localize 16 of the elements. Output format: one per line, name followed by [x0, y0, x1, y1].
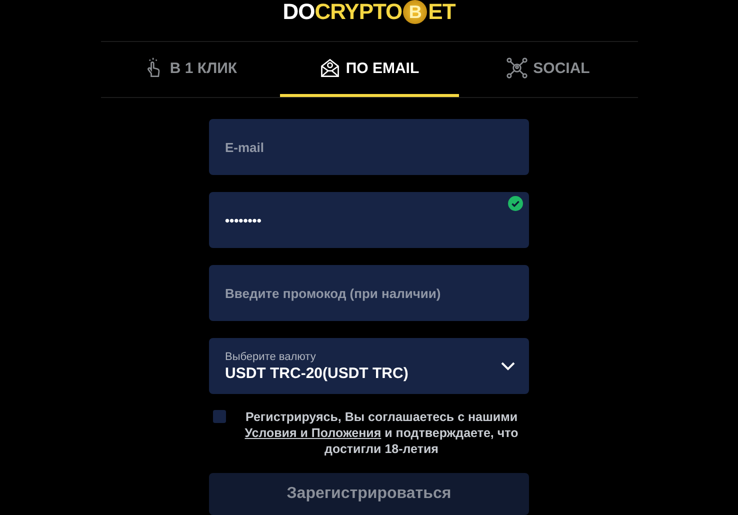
logo: DOCRYPTO B ET — [282, 0, 456, 24]
input-field[interactable]: Введите промокод (при наличии) — [209, 265, 529, 321]
currency-dropdown[interactable]: Выберите валюту USDT TRC-20(USDT TRC) — [209, 338, 529, 394]
tab[interactable]: В 1 КЛИК — [100, 42, 280, 97]
agreement-text: Регистрируясь, Вы соглашаетесь с нашими Условия и Положения и подтверждаете, что достигли 18-летия — [244, 409, 520, 457]
dropdown-label: Выберите валюту — [225, 350, 317, 362]
tab[interactable]: ПО EMAIL — [280, 42, 458, 97]
envelope-icon — [318, 57, 341, 79]
password-field[interactable]: •••••••• — [209, 192, 529, 248]
chevron-down-icon — [501, 362, 515, 371]
tab[interactable]: SOCIAL — [458, 42, 638, 97]
checkbox[interactable] — [213, 410, 226, 423]
input-field[interactable]: E-mail — [209, 119, 529, 175]
terms-link[interactable]: Условия и Положения — [244, 426, 382, 440]
network-icon — [506, 57, 528, 79]
dropdown-value: USDT TRC-20(USDT TRC) — [225, 364, 408, 382]
